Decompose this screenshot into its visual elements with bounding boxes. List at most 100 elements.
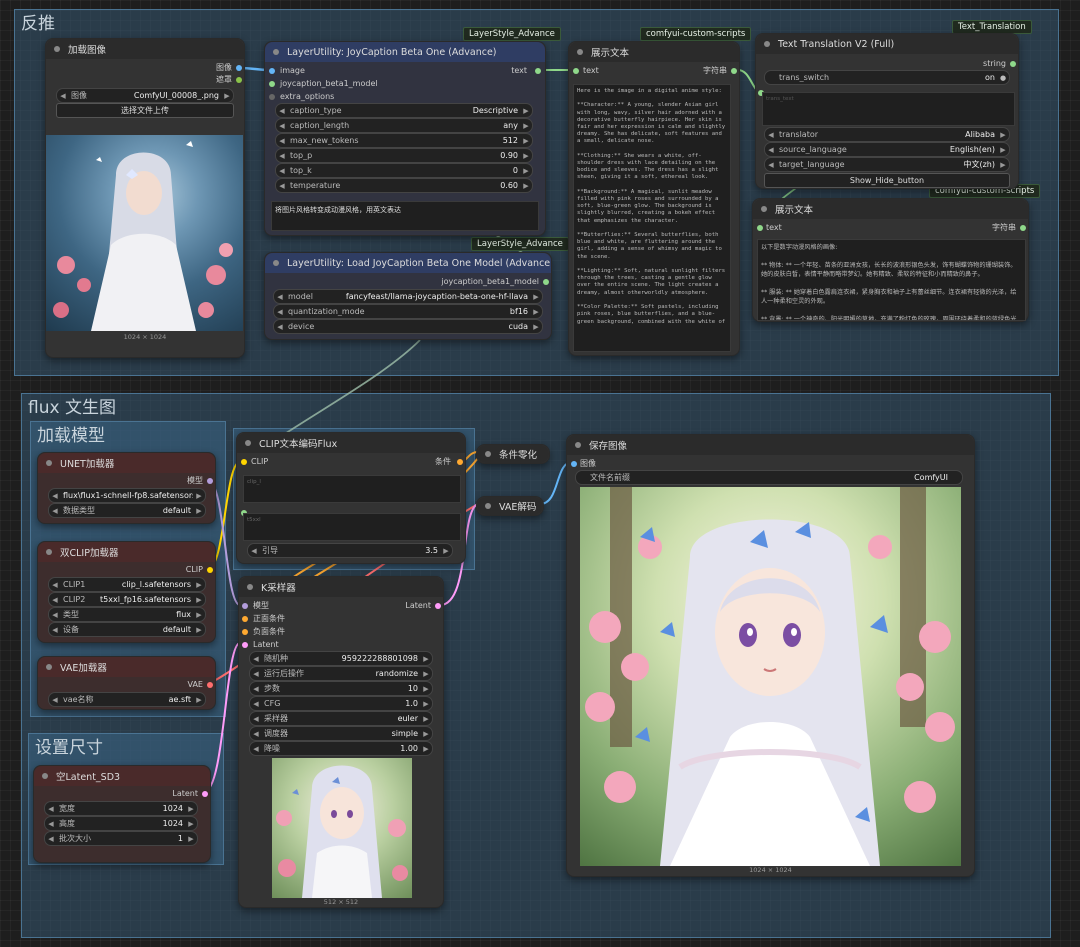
output-clip-dot[interactable] [207,567,213,573]
collapse-dot[interactable] [42,773,48,779]
weight-dtype-widget[interactable]: ◀ 数据类型 default ▶ [48,503,206,518]
upload-button[interactable]: 选择文件上传 [56,103,234,118]
output-text-dot[interactable] [535,68,541,74]
node-title: VAE加载器 [60,663,107,674]
input-latent-dot[interactable] [242,642,248,648]
output-conditioning-dot[interactable] [457,459,463,465]
vae-name-widget[interactable]: ◀ vae名称 ae.sft ▶ [48,692,206,707]
collapse-dot[interactable] [46,460,52,466]
clip1-widget[interactable]: ◀ CLIP1 clip_l.safetensors ▶ [48,577,206,592]
input-image-dot[interactable] [269,68,275,74]
output-vae-dot[interactable] [207,682,213,688]
collapse-dot[interactable] [485,451,491,457]
node-vae-decode[interactable]: VAE解码 [476,496,544,516]
input-positive-dot[interactable] [242,616,248,622]
output-string-dot[interactable] [1010,61,1016,67]
collapse-dot[interactable] [485,503,491,509]
input-image-dot[interactable] [571,461,577,467]
sampler-widget[interactable]: ◀ 采样器 euler ▶ [249,711,433,726]
show-hide-button[interactable]: Show_Hide_button [764,173,1010,188]
collapse-dot[interactable] [273,49,279,55]
image-select[interactable]: ◀ 图像 ComfyUI_00008_.png ▶ [56,88,234,103]
node-empty-latent[interactable]: 空Latent_SD3 Latent ◀ 宽度 1024 ▶ ◀ 高度 1024 ▶ ◀ 批次… [33,765,211,863]
seed-widget[interactable]: ◀ 随机种 959222288801098 ▶ [249,651,433,666]
node-conditioning-zero-out[interactable]: 条件零化 [476,444,550,464]
node-load-image[interactable]: 加载图像 图像 遮罩 ◀ 图像 ComfyUI_00008_.png ▶ 选择文件上传… [45,38,245,358]
collapse-dot[interactable] [577,49,583,55]
clip-type-widget[interactable]: ◀ 类型 flux ▶ [48,607,206,622]
input-text: text [583,66,599,75]
steps-widget[interactable]: ◀ 步数 10 ▶ [249,681,433,696]
input-text-dot[interactable] [757,225,763,231]
temperature-widget[interactable]: ◀ temperature 0.60 ▶ [275,178,533,193]
cfg-widget[interactable]: ◀ CFG 1.0 ▶ [249,696,433,711]
trans-switch-toggle[interactable]: trans_switch on ● [764,70,1010,85]
clip-device-widget[interactable]: ◀ 设备 default ▶ [48,622,206,637]
translated-text-display[interactable]: 以下是数字动漫风格的画像: ** 物体: ** 一个年轻、苗条的亚洲女孩，长长的… [757,239,1026,321]
collapse-dot[interactable] [46,664,52,670]
output-string-dot[interactable] [731,68,737,74]
node-save-image[interactable]: 保存图像 图像 文件名前缀 ComfyUI 1024 × 1024 [566,434,975,877]
output-model-dot[interactable] [207,478,213,484]
caption-length-widget[interactable]: ◀ caption_length any ▶ [275,118,533,133]
model-widget[interactable]: ◀ model fancyfeast/llama-joycaption-beta-o… [273,289,543,304]
t5xxl-textarea[interactable]: t5xxl [243,513,461,541]
input-model-dot[interactable] [242,603,248,609]
scheduler-widget[interactable]: ◀ 调度器 simple ▶ [249,726,433,741]
node-clip-text-encode-flux[interactable]: CLIP文本编码Flux CLIP 条件 clip_l t5xxl ◀ 引导 3.5… [236,432,466,564]
node-joycaption[interactable]: LayerUtility: JoyCaption Beta One (Advan… [264,41,546,236]
height-widget[interactable]: ◀ 高度 1024 ▶ [44,816,198,831]
input-negative-dot[interactable] [242,629,248,635]
output-latent-dot[interactable] [202,791,208,797]
control-after-generate-widget[interactable]: ◀ 运行后操作 randomize ▶ [249,666,433,681]
node-show-text-1[interactable]: 展示文本 text 字符串 Here is the image in a dig… [568,41,740,356]
caption-type-widget[interactable]: ◀ caption_type Descriptive ▶ [275,103,533,118]
clip2-widget[interactable]: ◀ CLIP2 t5xxl_fp16.safetensors ▶ [48,592,206,607]
node-ksampler[interactable]: K采样器 模型 正面条件 负面条件 Latent Latent ◀ 随机种 9592… [238,576,444,908]
collapse-dot[interactable] [247,584,253,590]
collapse-dot[interactable] [575,442,581,448]
node-load-joycaption-model[interactable]: LayerUtility: Load JoyCaption Beta One M… [264,252,552,340]
input-image: image [280,66,305,75]
node-unet-loader[interactable]: UNET加载器 模型 ◀ flux\flux1-schnell-fp8.safet… [37,452,216,524]
collapse-dot[interactable] [54,46,60,52]
translator-widget[interactable]: ◀ translator Alibaba ▶ [764,127,1010,142]
top-k-widget[interactable]: ◀ top_k 0 ▶ [275,163,533,178]
node-dual-clip-loader[interactable]: 双CLIP加载器 CLIP ◀ CLIP1 clip_l.safetensors ▶ … [37,541,216,643]
node-vae-loader[interactable]: VAE加载器 VAE ◀ vae名称 ae.sft ▶ [37,656,216,710]
device-widget[interactable]: ◀ device cuda ▶ [273,319,543,334]
max-new-tokens-widget[interactable]: ◀ max_new_tokens 512 ▶ [275,133,533,148]
output-mask-dot[interactable] [236,77,242,83]
input-extra-dot[interactable] [269,94,275,100]
collapse-dot[interactable] [273,260,279,266]
input-model-dot[interactable] [269,81,275,87]
collapse-dot[interactable] [761,206,767,212]
top-p-widget[interactable]: ◀ top_p 0.90 ▶ [275,148,533,163]
filename-prefix-widget[interactable]: 文件名前缀 ComfyUI [575,470,963,485]
width-widget[interactable]: ◀ 宽度 1024 ▶ [44,801,198,816]
image-size-label: 1024 × 1024 [123,333,167,341]
input-text-dot[interactable] [573,68,579,74]
denoise-widget[interactable]: ◀ 降噪 1.00 ▶ [249,741,433,756]
node-show-text-2[interactable]: 展示文本 text 字符串 以下是数字动漫风格的画像: ** 物体: ** 一个… [752,198,1029,322]
quantization-widget[interactable]: ◀ quantization_mode bf16 ▶ [273,304,543,319]
collapse-dot[interactable] [764,41,770,47]
badge-text-translation: Text_Translation [952,20,1032,34]
collapse-dot[interactable] [46,549,52,555]
trans-text-input[interactable]: trans_text [762,92,1015,126]
source-language-widget[interactable]: ◀ source_language English(en) ▶ [764,142,1010,157]
collapse-dot[interactable] [245,440,251,446]
input-clip-dot[interactable] [241,459,247,465]
guidance-widget[interactable]: ◀ 引导 3.5 ▶ [247,543,453,558]
clip-l-textarea[interactable]: clip_l [243,475,461,503]
output-model-dot[interactable] [543,279,549,285]
user-prompt-textarea[interactable]: 将图片风格转变成动漫风格，用英文表达 [271,201,539,231]
caption-text-display[interactable]: Here is the image in a digital anime sty… [573,84,731,352]
unet-name-widget[interactable]: ◀ flux\flux1-schnell-fp8.safetensors ▶ [48,488,206,503]
batch-size-widget[interactable]: ◀ 批次大小 1 ▶ [44,831,198,846]
output-string-dot[interactable] [1020,225,1026,231]
target-language-widget[interactable]: ◀ target_language 中文(zh) ▶ [764,157,1010,172]
output-latent-dot[interactable] [435,603,441,609]
output-image-dot[interactable] [236,65,242,71]
node-text-translation[interactable]: Text Translation V2 (Full) string trans_… [755,33,1019,189]
